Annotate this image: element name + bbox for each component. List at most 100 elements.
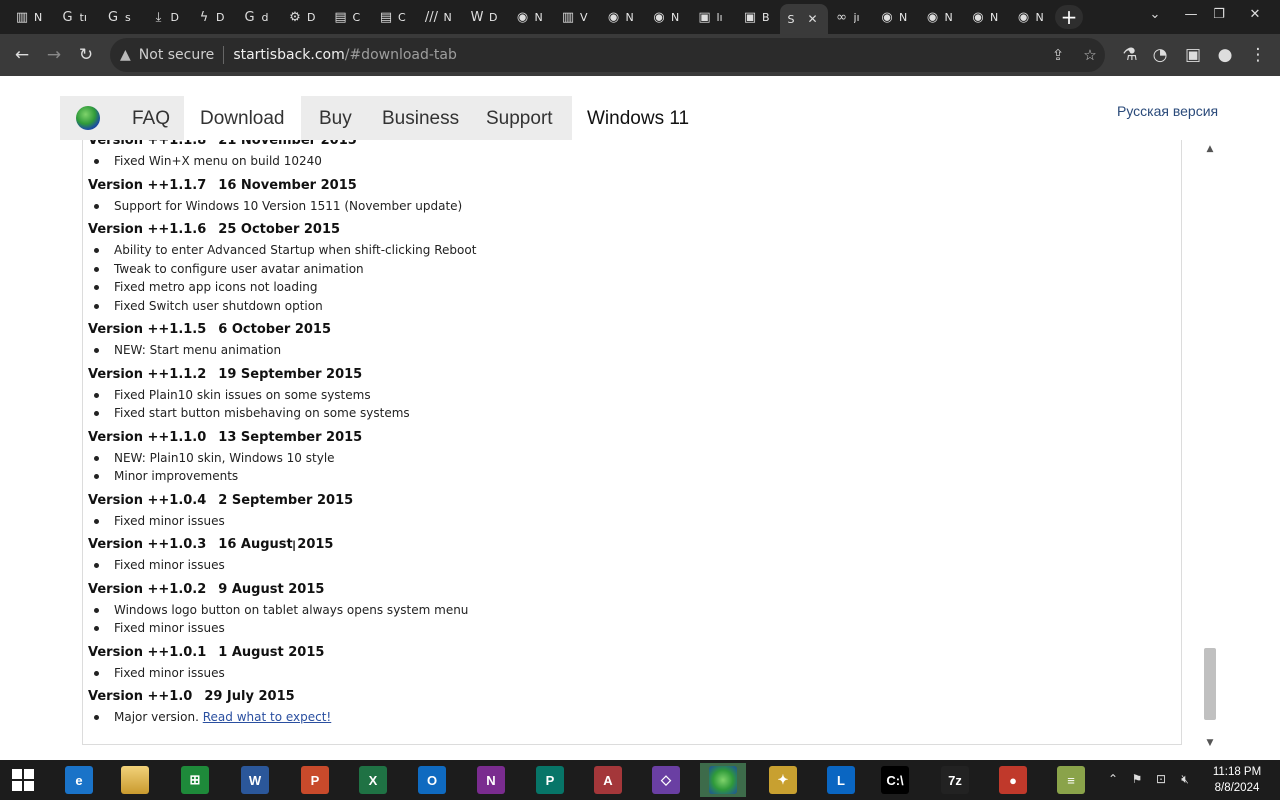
tab-favicon-icon: ∞ (836, 9, 847, 25)
profile-avatar-icon[interactable]: ● (1213, 43, 1237, 67)
browser-tab[interactable]: ◉ N (917, 3, 961, 31)
version-number: Version ++1.1.5 (88, 322, 207, 337)
tab-title: lı (716, 10, 723, 24)
browser-tab[interactable]: Gd (234, 3, 278, 31)
browser-tab[interactable]: ◉ N (643, 3, 687, 31)
taskbar-notepad[interactable]: ≡ (1048, 763, 1094, 797)
forward-button[interactable]: → (42, 43, 66, 67)
changelog-item: Fixed minor issues (88, 556, 333, 575)
version-heading: Version ++1.1.6 25 October 2015 (88, 221, 476, 239)
tab-title: N (1035, 10, 1044, 24)
nav-faq[interactable]: FAQ (132, 96, 170, 140)
close-window-button[interactable]: ✕ (1232, 0, 1278, 28)
nav-windows-11[interactable]: Windows 11 (587, 96, 689, 140)
taskbar-excel[interactable]: X (350, 763, 396, 797)
bookmark-star-icon[interactable]: ☆ (1080, 45, 1100, 65)
changelog-item: Tweak to configure user avatar animation (88, 260, 476, 279)
tray-app-icon[interactable]: ⚑ (1128, 772, 1146, 786)
tab-title: C (352, 10, 361, 24)
taskbar-recorder[interactable]: ● (990, 763, 1036, 797)
tab-title: d (261, 10, 269, 24)
browser-tab[interactable]: ϟD (188, 3, 232, 31)
reload-button[interactable]: ↻ (74, 43, 98, 67)
tab-title: D (216, 10, 225, 24)
changelog-list: Support for Windows 10 Version 1511 (Nov… (88, 197, 462, 216)
taskbar-lync[interactable]: L (818, 763, 864, 797)
onenote-icon: N (477, 766, 505, 794)
browser-tab[interactable]: ◉ N (962, 3, 1006, 31)
taskbar-visual-studio[interactable]: ◇ (643, 763, 689, 797)
version-number: Version ++1.0 (88, 689, 193, 704)
changelog-list: Fixed minor issues (88, 556, 333, 575)
browser-tab[interactable]: ▣ lı (689, 3, 733, 31)
browser-tab[interactable]: ◉ N (871, 3, 915, 31)
scroll-down-icon[interactable]: ▼ (1203, 738, 1217, 750)
browser-tab[interactable]: ◉ N (507, 3, 551, 31)
scrollbar-thumb[interactable] (1204, 648, 1216, 720)
back-button[interactable]: ← (10, 43, 34, 67)
taskbar-powerpoint[interactable]: P (292, 763, 338, 797)
tray-clock[interactable]: 11:18 PM 8/8/2024 (1204, 764, 1270, 796)
nav-support[interactable]: Support (486, 96, 553, 140)
taskbar-cmd[interactable]: C:\ (872, 763, 918, 797)
extension-icon[interactable]: ⚗ (1118, 43, 1142, 67)
taskbar-publisher[interactable]: P (527, 763, 573, 797)
share-icon[interactable]: ⇪ (1048, 45, 1068, 65)
browser-tab[interactable]: ▣ B (734, 3, 778, 31)
taskbar-7zip[interactable]: 7z (932, 763, 978, 797)
nav-buy[interactable]: Buy (319, 96, 352, 140)
nav-download[interactable]: Download (184, 96, 301, 140)
browser-tab[interactable]: WD (461, 3, 505, 31)
browser-tab[interactable]: ⤓ D (143, 3, 187, 31)
network-icon[interactable]: ⊡ (1152, 772, 1170, 786)
browser-tab[interactable]: ▤ C (325, 3, 369, 31)
changelog-item-text: Tweak to configure user avatar animation (114, 261, 364, 276)
volume-muted-icon[interactable]: 🔇︎ (1176, 772, 1194, 787)
taskbar-outlook[interactable]: O (409, 763, 455, 797)
taskbar-chrome[interactable] (700, 763, 746, 797)
nav-business[interactable]: Business (382, 96, 459, 140)
browser-tab[interactable]: S ✕ (779, 4, 828, 34)
browser-tab[interactable]: ▥ V (552, 3, 596, 31)
menu-kebab-icon[interactable]: ⋮ (1246, 43, 1270, 67)
tray-chevron-icon[interactable]: ⌃ (1104, 772, 1122, 786)
taskbar-excel-green[interactable]: ⊞ (172, 763, 218, 797)
scroll-up-icon[interactable]: ▲ (1203, 144, 1217, 156)
taskbar-internet-explorer[interactable]: e (56, 763, 102, 797)
changelog-item: Fixed start button misbehaving on some s… (88, 404, 410, 423)
taskbar-file-explorer[interactable] (112, 763, 158, 797)
changelog-item-text: Major version. (114, 710, 199, 724)
browser-tab[interactable]: ∞ jı (826, 3, 870, 31)
version-date: 6 October 2015 (218, 322, 332, 337)
new-tab-button[interactable]: + (1055, 5, 1083, 29)
taskbar-access[interactable]: A (585, 763, 631, 797)
tab-favicon-icon: ◉ (881, 9, 893, 25)
globe-logo-icon[interactable] (76, 106, 100, 130)
word-icon: W (241, 766, 269, 794)
russian-version-link[interactable]: Русская версия (1117, 103, 1218, 119)
browser-tab[interactable]: /// N (416, 3, 460, 31)
browser-tab[interactable]: Gtı (52, 3, 96, 31)
outlook-icon: O (418, 766, 446, 794)
browser-tab[interactable]: ◉ N (1008, 3, 1052, 31)
browser-tab[interactable]: ⚙ D (279, 3, 323, 31)
browser-tab[interactable]: ▤ C (370, 3, 414, 31)
version-entry: Version ++1.1.0 13 September 2015 NEW: Pla… (88, 429, 362, 486)
taskbar-windows-start[interactable] (0, 763, 46, 797)
visual-studio-icon: ◇ (652, 766, 680, 794)
taskbar-bee-app[interactable]: ✦ (760, 763, 806, 797)
version-heading: Version ++1.0.4 2 September 2015 (88, 492, 353, 510)
browser-tab[interactable]: ◉ N (598, 3, 642, 31)
changelog-item-text: Fixed minor issues (114, 665, 225, 680)
read-what-to-expect-link[interactable]: Read what to expect! (203, 710, 332, 724)
browser-tab[interactable]: Gs (97, 3, 141, 31)
changelog-item: Major version. Read what to expect! (88, 708, 331, 727)
taskbar-word[interactable]: W (232, 763, 278, 797)
browser-tab[interactable]: ▥ N (6, 3, 50, 31)
side-panel-icon[interactable]: ▣ (1181, 43, 1205, 67)
address-bar[interactable]: ▲ Not secure startisback.com/#download-t… (110, 38, 1105, 72)
security-status[interactable]: Not secure (139, 47, 215, 63)
taskbar-onenote[interactable]: N (468, 763, 514, 797)
tab-close-icon[interactable]: ✕ (808, 12, 818, 26)
changelog-item-text: Minor improvements (114, 469, 239, 483)
